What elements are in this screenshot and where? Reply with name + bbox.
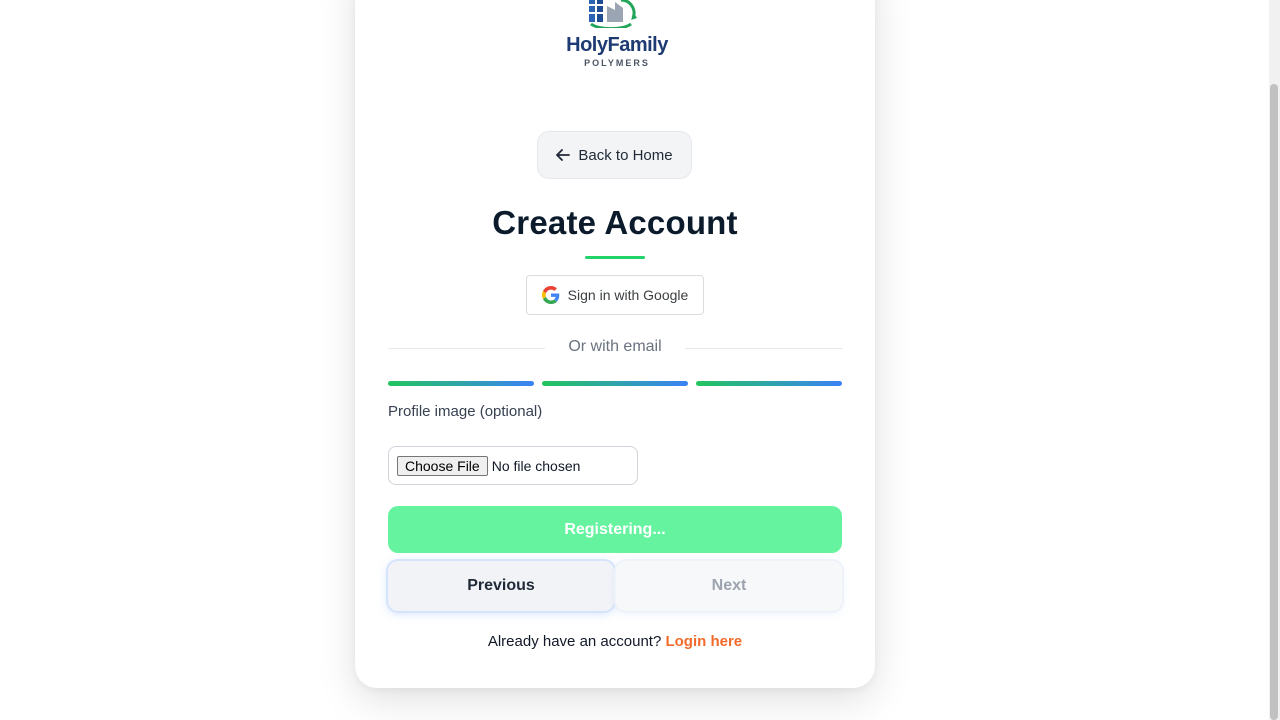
google-sign-in-label: Sign in with Google [567, 287, 689, 303]
register-card: HolyFamily POLYMERS Back to Home Create … [355, 0, 875, 688]
brand-tagline: POLYMERS [584, 58, 650, 68]
back-to-home-button[interactable]: Back to Home [537, 131, 692, 179]
choose-file-button[interactable]: Choose File [397, 455, 488, 476]
google-sign-in-button[interactable]: Sign in with Google [526, 275, 704, 315]
divider-text: Or with email [568, 338, 662, 355]
profile-image-file-input[interactable]: Choose File No file chosen [388, 446, 638, 485]
step-indicator-2 [542, 381, 688, 386]
scrollbar-thumb[interactable] [1270, 84, 1278, 720]
step-indicator-3 [696, 381, 842, 386]
brand-name: HolyFamily [566, 34, 668, 56]
login-prompt-text: Already have an account? [487, 633, 662, 650]
login-prompt-row: Already have an account? Login here [355, 633, 875, 650]
login-link[interactable]: Login here [665, 633, 742, 650]
page-title: Create Account [492, 204, 738, 241]
brand-logo: HolyFamily POLYMERS [555, 0, 679, 70]
google-g-icon [541, 286, 559, 304]
arrow-left-icon [556, 149, 571, 161]
file-status-text: No file chosen [491, 457, 581, 474]
profile-image-label: Profile image (optional) [388, 403, 543, 420]
title-underline [585, 256, 645, 259]
next-button[interactable]: Next [616, 561, 842, 611]
previous-button[interactable]: Previous [388, 561, 614, 611]
back-to-home-label: Back to Home [578, 146, 673, 164]
register-submit-button[interactable]: Registering... [388, 506, 842, 553]
step-indicator-1 [388, 381, 534, 386]
factory-cloud-recycle-icon [589, 0, 637, 28]
